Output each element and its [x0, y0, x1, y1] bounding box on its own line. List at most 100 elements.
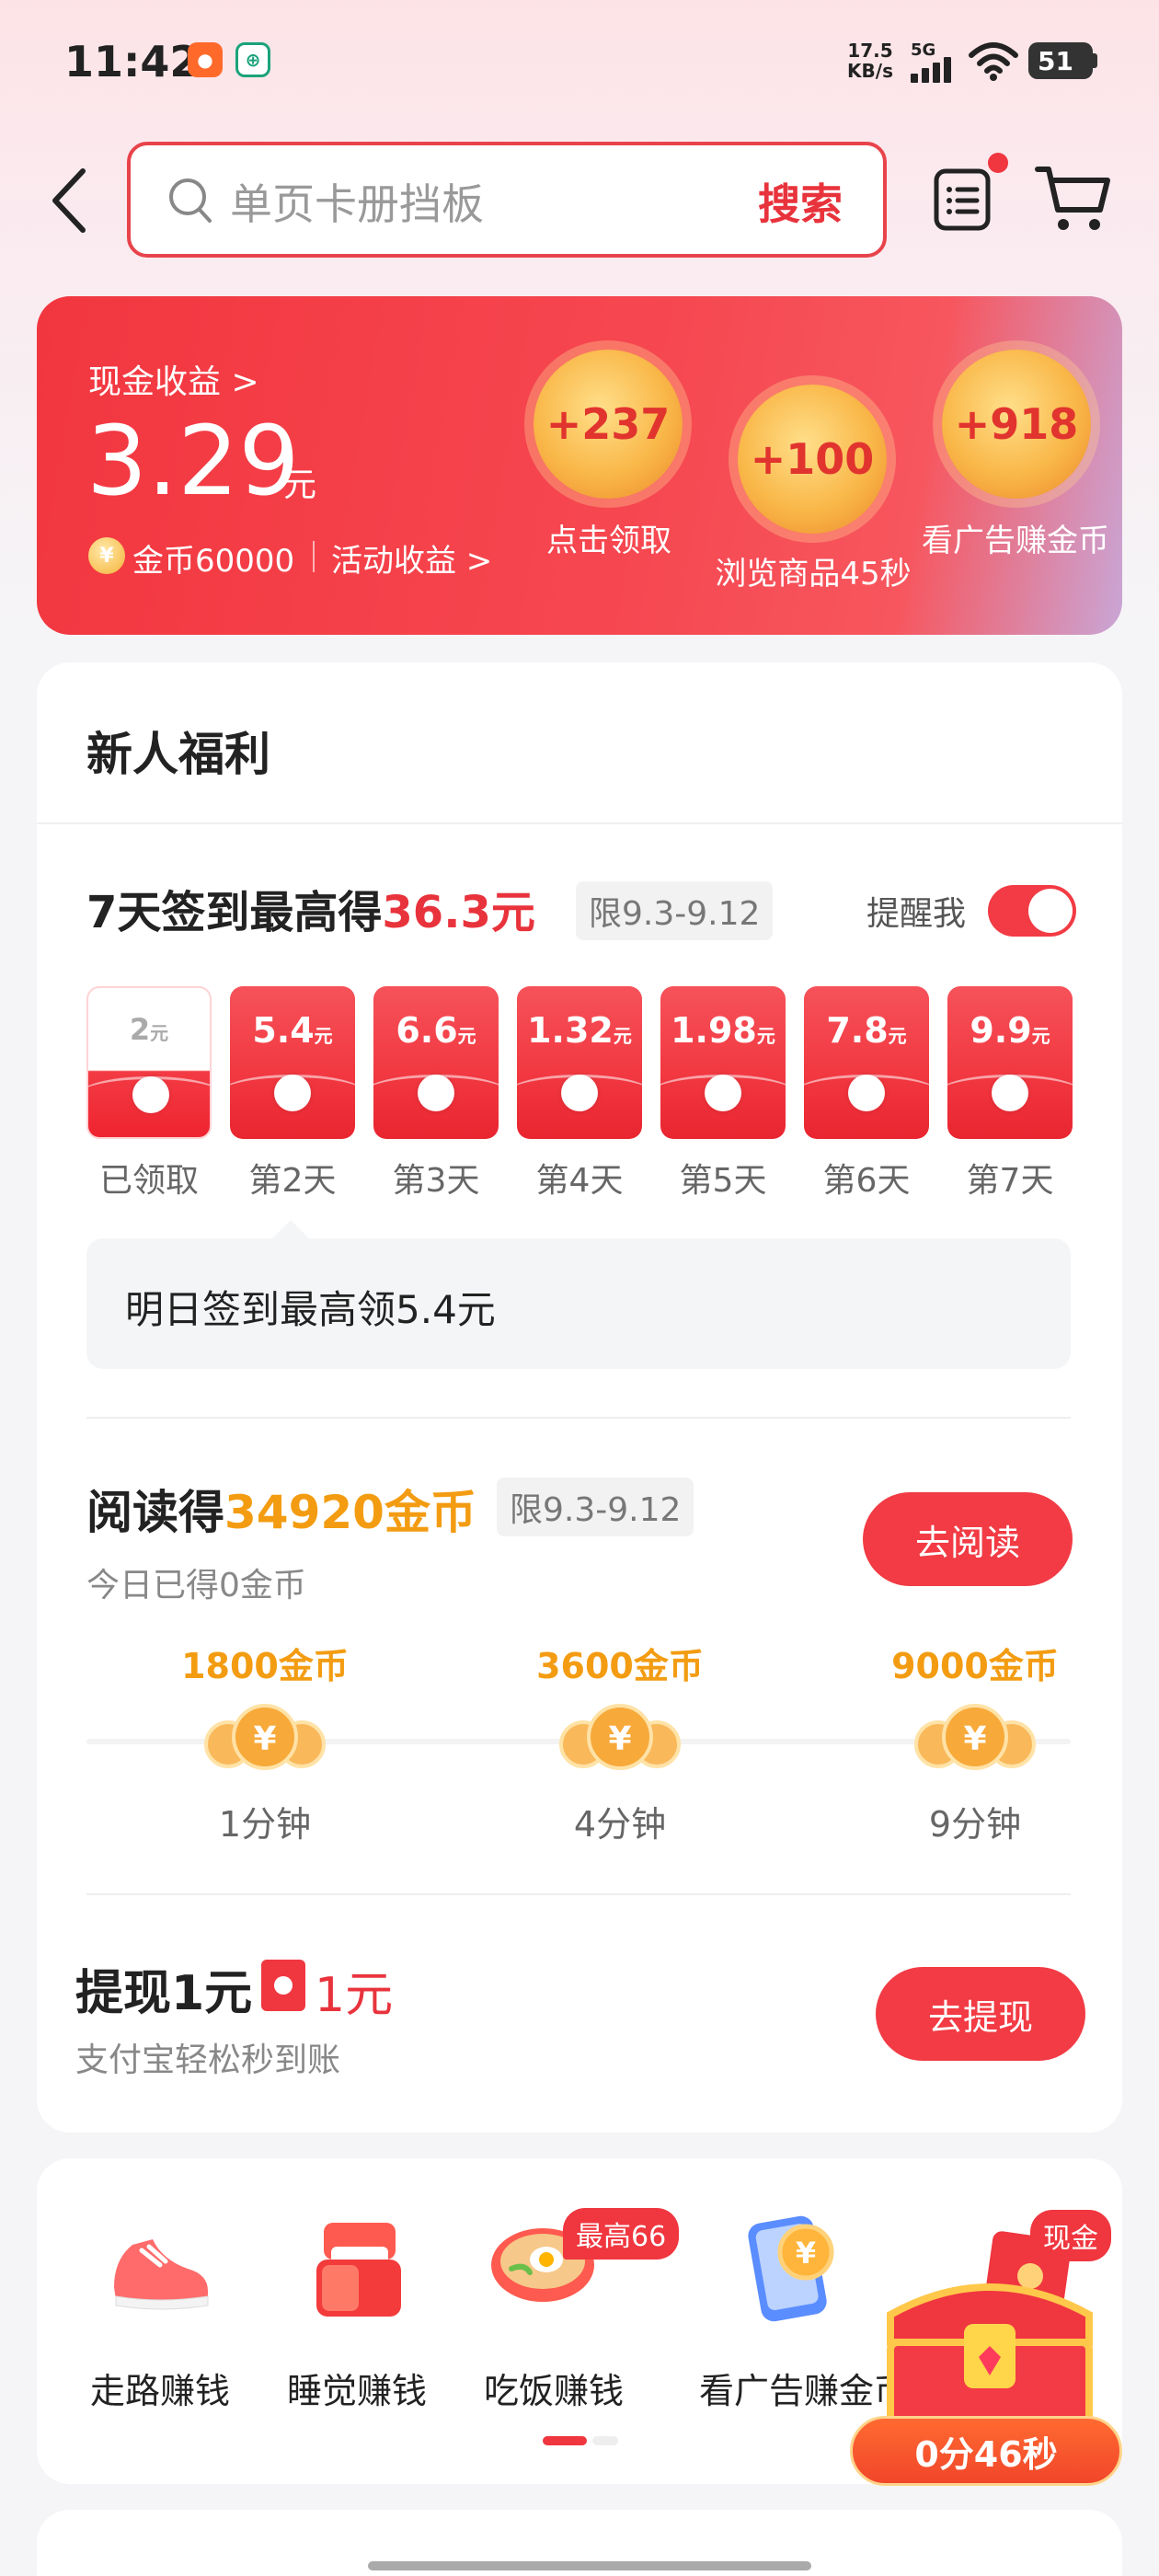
milestone-time: 1分钟: [218, 1804, 312, 1845]
battery-indicator: 51: [1028, 42, 1093, 79]
pager-active: [543, 2436, 587, 2445]
task-cash-badge: 现金: [1030, 2210, 1111, 2261]
coin-stack-icon: ¥: [914, 1704, 1036, 1770]
coin-stack-icon: ¥: [559, 1704, 681, 1770]
sign-in-title-prefix: 7天签到最高得: [86, 887, 383, 938]
status-time: 11:42: [64, 37, 200, 86]
search-input[interactable]: 单页卡册挡板: [230, 171, 484, 232]
red-envelope-seal: [274, 1976, 293, 1995]
milestone-reward: 1800金币: [181, 1646, 349, 1686]
withdraw-subtitle: 支付宝轻松秒到账: [75, 2041, 341, 2079]
sign-day-unit: 元: [756, 1025, 775, 1047]
sign-day-amount: 1.32元: [517, 1010, 642, 1051]
sign-day-amount: 1.98元: [660, 1010, 786, 1051]
sign-day-card[interactable]: 2元: [86, 986, 212, 1139]
cash-value: 3.29: [86, 405, 300, 517]
cart-icon[interactable]: [1034, 164, 1111, 232]
envelope-seal: [992, 1075, 1028, 1111]
cash-earnings-link[interactable]: 现金收益 >: [88, 355, 259, 403]
sign-day-label: 已领取: [98, 1162, 199, 1200]
home-indicator[interactable]: [368, 2561, 811, 2570]
sneaker-icon[interactable]: [105, 2214, 215, 2324]
sign-day-unit: 元: [888, 1025, 907, 1047]
go-read-button[interactable]: 去阅读: [863, 1492, 1073, 1586]
sign-day-label: 第6天: [822, 1162, 911, 1200]
bubble-claim[interactable]: +237: [534, 350, 683, 499]
sign-day-card[interactable]: 7.8元: [804, 986, 929, 1139]
sign-day-amount: 6.6元: [373, 1010, 499, 1051]
net-speed-value: 17.5: [847, 40, 893, 62]
coin-symbol: ¥: [963, 1720, 986, 1758]
milestone-reward: 9000金币: [891, 1646, 1059, 1686]
reading-title: 阅读得34920金币: [86, 1476, 476, 1542]
divider: [86, 1893, 1071, 1895]
phone-coin-icon[interactable]: ¥: [741, 2214, 852, 2324]
milestone-reward: 3600金币: [536, 1646, 704, 1686]
sign-in-max-amount: 36.3元: [382, 887, 535, 938]
pager-inactive: [592, 2436, 618, 2445]
coin-stack-icon: ¥: [204, 1704, 326, 1770]
cash-unit: 元: [283, 466, 317, 504]
task-walk-label[interactable]: 走路赚钱: [50, 2363, 270, 2413]
sign-day-unit: 元: [314, 1025, 333, 1047]
sign-day-label: 第2天: [248, 1162, 337, 1200]
sign-day-card[interactable]: 9.9元: [947, 986, 1073, 1139]
task-eat-badge: 最高66: [563, 2208, 680, 2260]
tomorrow-pointer: [272, 1220, 309, 1238]
milestone-time: 9分钟: [928, 1804, 1022, 1845]
back-button[interactable]: [48, 166, 92, 236]
sign-day-label: 第7天: [966, 1162, 1054, 1200]
envelope-seal: [848, 1075, 885, 1111]
sign-day-card[interactable]: 1.32元: [517, 986, 642, 1139]
withdraw-title: 提现1元: [75, 1966, 253, 2021]
bubble-browse[interactable]: +100: [738, 385, 887, 534]
sign-in-date-tag: 限9.3-9.12: [576, 881, 774, 940]
envelope-seal: [132, 1076, 169, 1113]
envelope-seal: [418, 1075, 454, 1111]
remind-toggle-knob: [1028, 889, 1073, 933]
wifi-icon: [969, 42, 1018, 81]
sign-day-value: 6.6: [396, 1010, 458, 1051]
treasure-chest-icon[interactable]: [872, 2260, 1107, 2434]
card-title: 新人福利: [86, 728, 270, 781]
bed-icon[interactable]: [304, 2214, 414, 2324]
divider: [313, 541, 315, 572]
sign-day-unit: 元: [150, 1022, 169, 1044]
net-speed: 17.5 KB/s: [843, 40, 898, 81]
order-list-icon[interactable]: [933, 166, 992, 232]
notification-dot: [988, 153, 1008, 173]
milestone-time: 4分钟: [573, 1804, 667, 1845]
sign-day-label: 第4天: [535, 1162, 624, 1200]
activity-earnings-link[interactable]: 活动收益 >: [331, 535, 492, 581]
task-sleep-label[interactable]: 睡觉赚钱: [247, 2363, 467, 2413]
withdraw-amount: 1元: [315, 1968, 394, 2023]
reading-date-tag: 限9.3-9.12: [497, 1478, 694, 1536]
chest-countdown[interactable]: 0分46秒: [850, 2416, 1122, 2486]
sign-day-amount: 2元: [88, 1012, 210, 1047]
sign-day-card[interactable]: 1.98元: [660, 986, 786, 1139]
sign-day-value: 2: [129, 1012, 151, 1047]
envelope-seal: [274, 1075, 311, 1111]
sign-day-card[interactable]: 6.6元: [373, 986, 499, 1139]
coin-symbol: ¥: [253, 1720, 276, 1758]
bubble-ad[interactable]: +918: [942, 350, 1091, 499]
search-button[interactable]: 搜索: [758, 171, 843, 232]
remind-label: 提醒我: [866, 895, 967, 933]
sign-in-title: 7天签到最高得36.3元: [86, 876, 535, 940]
go-withdraw-button[interactable]: 去提现: [876, 1967, 1085, 2061]
divider: [86, 1417, 1071, 1419]
reading-subtitle: 今日已得0金币: [86, 1567, 306, 1604]
sign-day-amount: 9.9元: [947, 1010, 1073, 1051]
sign-day-amount: 7.8元: [804, 1010, 929, 1051]
coin-icon: ¥: [88, 537, 125, 574]
task-eat-label[interactable]: 吃饭赚钱: [443, 2363, 664, 2413]
coin-symbol: ¥: [608, 1720, 631, 1758]
coin-balance: 金币60000: [132, 543, 295, 580]
sign-day-card[interactable]: 5.4元: [230, 986, 355, 1139]
sign-day-value: 1.32: [527, 1010, 614, 1051]
sign-day-unit: 元: [613, 1025, 632, 1047]
sign-day-value: 5.4: [252, 1010, 315, 1051]
sign-day-amount: 5.4元: [230, 1010, 355, 1051]
bank-icon: ⊕: [235, 42, 270, 77]
sign-day-value: 9.9: [970, 1010, 1032, 1051]
